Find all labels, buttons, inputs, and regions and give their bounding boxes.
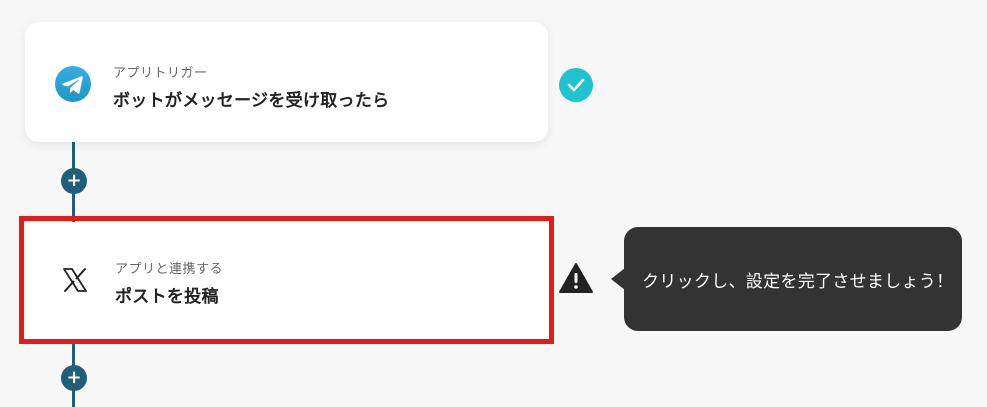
trigger-step-title: ボットがメッセージを受け取ったら	[113, 91, 390, 111]
trigger-step-card[interactable]: アプリトリガー ボットがメッセージを受け取ったら	[25, 22, 548, 142]
add-step-button[interactable]: +	[61, 365, 87, 391]
action-step-subtitle: アプリと連携する	[115, 262, 224, 277]
x-logo-icon	[57, 262, 93, 298]
trigger-step-subtitle: アプリトリガー	[113, 66, 208, 81]
telegram-icon	[55, 66, 91, 102]
action-step-title: ポストを投稿	[115, 287, 219, 307]
tooltip-text: クリックし、設定を完了させましょう！	[642, 271, 954, 292]
tooltip-arrow	[611, 268, 625, 290]
check-icon	[559, 68, 593, 102]
action-step-card[interactable]: アプリと連携する ポストを投稿	[27, 222, 548, 338]
add-step-button[interactable]: +	[61, 168, 87, 194]
setup-tooltip: クリックし、設定を完了させましょう！	[624, 227, 962, 331]
warning-icon	[558, 262, 594, 294]
